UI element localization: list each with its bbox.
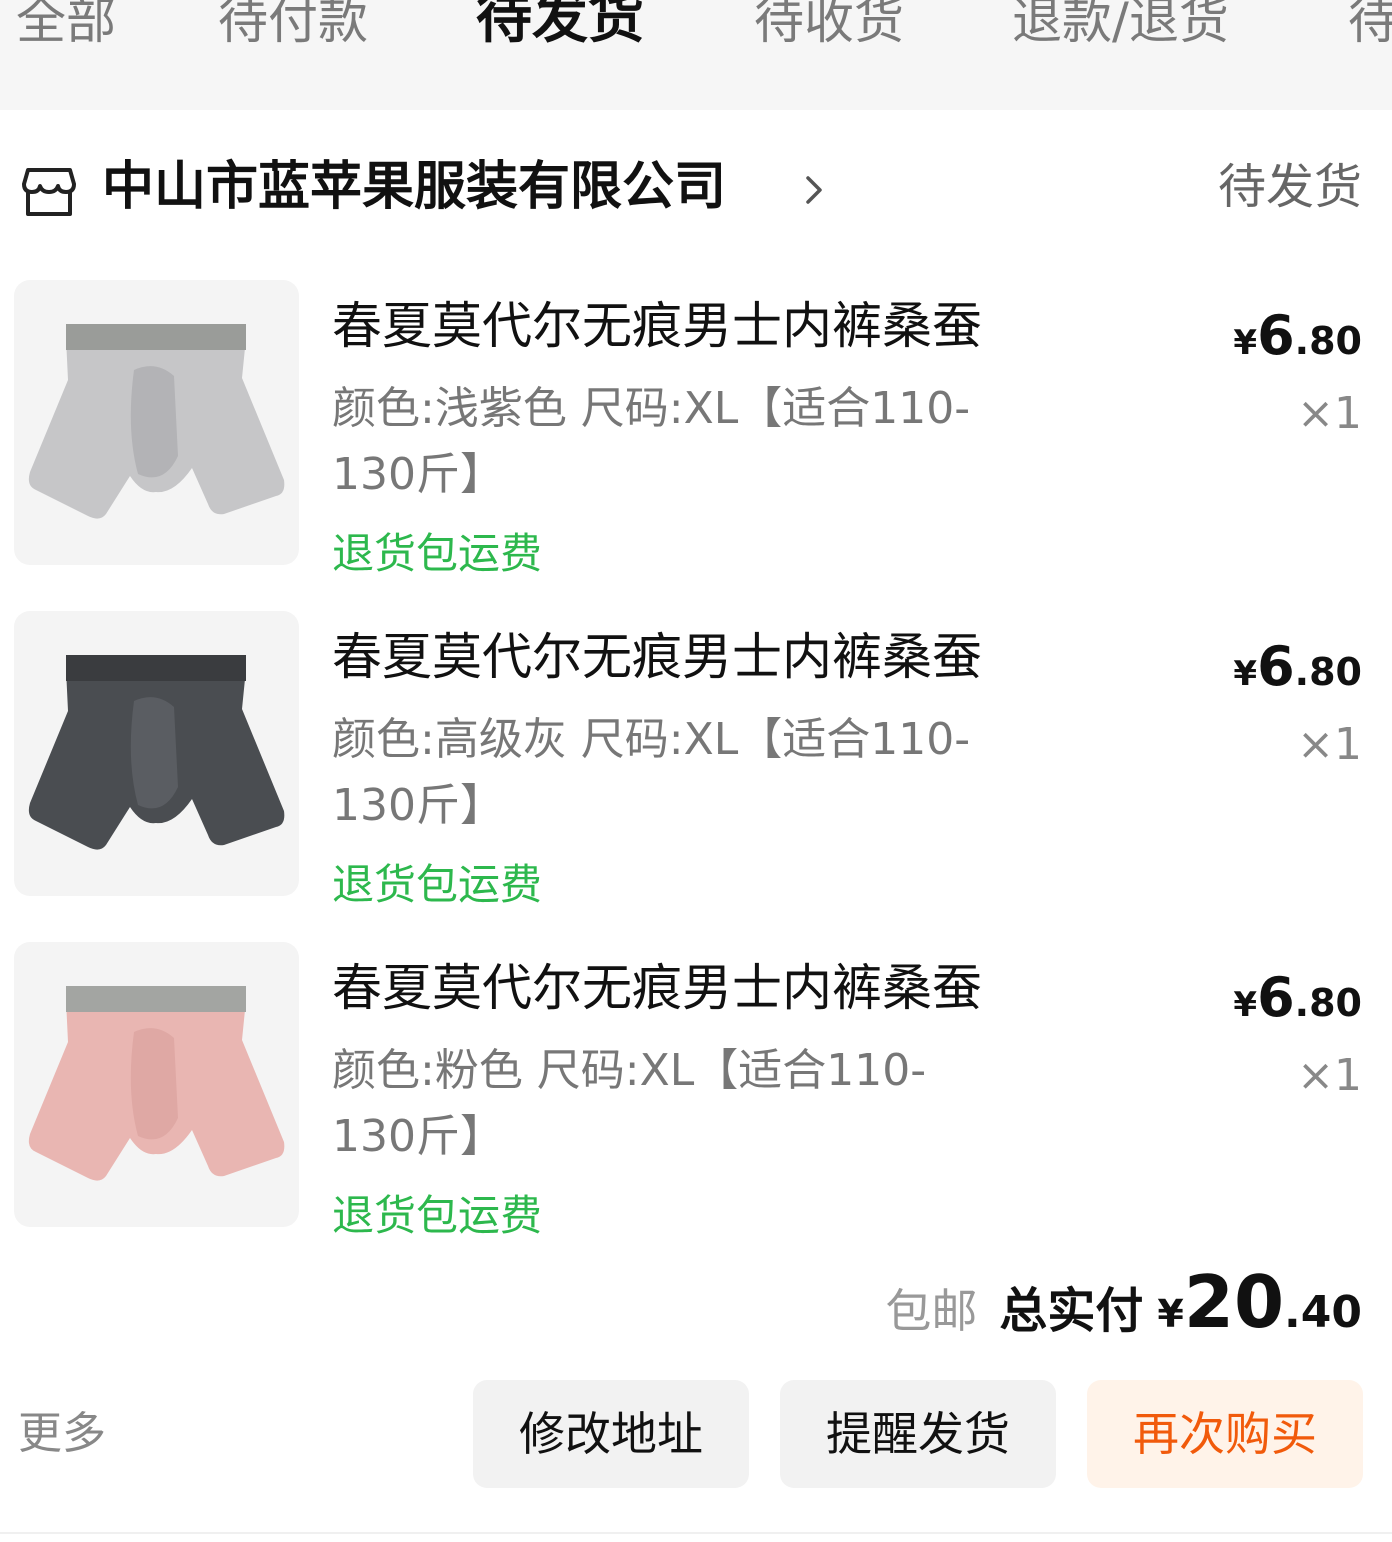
order-card: 中山市蓝苹果服装有限公司 待发货 春夏莫代尔无痕男士内裤桑蚕 颜色:浅紫色 尺码…	[0, 110, 1392, 1534]
price-decimal: .80	[1294, 319, 1362, 363]
item-quantity: ×1	[1297, 1050, 1362, 1101]
return-shipping-tag: 退货包运费	[332, 529, 543, 578]
price-currency: ¥	[1233, 323, 1258, 363]
total-currency: ¥	[1157, 1292, 1184, 1336]
tab-pending-shipment[interactable]: 待发货	[476, 0, 644, 54]
return-shipping-tag: 退货包运费	[332, 1191, 543, 1240]
product-title[interactable]: 春夏莫代尔无痕男士内裤桑蚕	[332, 623, 982, 691]
buy-again-button[interactable]: 再次购买	[1087, 1380, 1363, 1488]
tab-pending-payment[interactable]: 待付款	[218, 0, 368, 56]
item-price: ¥6.80	[1233, 304, 1362, 367]
item-quantity: ×1	[1297, 388, 1362, 439]
return-shipping-tag: 退货包运费	[332, 860, 543, 909]
shop-name[interactable]: 中山市蓝苹果服装有限公司	[102, 152, 726, 222]
total-integer: 20	[1183, 1260, 1285, 1344]
product-image[interactable]	[14, 611, 299, 896]
order-status-tabs: 全部 待付款 待发货 待收货 退款/退货 待	[0, 0, 1392, 110]
order-total-row: 包邮 总实付 ¥20.40	[0, 1260, 1392, 1344]
order-total: 包邮 总实付 ¥20.40	[885, 1260, 1362, 1344]
product-image[interactable]	[14, 942, 299, 1227]
product-spec: 颜色:浅紫色 尺码:XL【适合110-130斤】	[332, 383, 971, 500]
price-decimal: .80	[1294, 981, 1362, 1025]
order-item[interactable]: 春夏莫代尔无痕男士内裤桑蚕 颜色:高级灰 尺码:XL【适合110-130斤】 退…	[0, 611, 1392, 931]
price-integer: 6	[1257, 966, 1295, 1029]
tab-pending-review[interactable]: 待	[1348, 0, 1392, 56]
price-decimal: .80	[1294, 650, 1362, 694]
price-currency: ¥	[1233, 985, 1258, 1025]
order-actions: 更多 修改地址 提醒发货 再次购买	[0, 1380, 1392, 1490]
product-title[interactable]: 春夏莫代尔无痕男士内裤桑蚕	[332, 954, 982, 1022]
price-currency: ¥	[1233, 654, 1258, 694]
tab-refund-return[interactable]: 退款/退货	[1012, 0, 1229, 56]
chevron-right-icon	[800, 170, 828, 210]
store-icon	[20, 162, 78, 220]
more-button[interactable]: 更多	[18, 1404, 106, 1464]
shop-header[interactable]: 中山市蓝苹果服装有限公司 待发货	[0, 110, 1392, 270]
tab-all[interactable]: 全部	[16, 0, 116, 56]
order-status-label: 待发货	[1217, 159, 1362, 215]
price-integer: 6	[1257, 304, 1295, 367]
total-decimal: .40	[1284, 1287, 1362, 1338]
modify-address-button[interactable]: 修改地址	[473, 1380, 749, 1488]
item-price: ¥6.80	[1233, 966, 1362, 1029]
product-image[interactable]	[14, 280, 299, 565]
product-spec: 颜色:粉色 尺码:XL【适合110-130斤】	[332, 1045, 927, 1162]
remind-shipment-button[interactable]: 提醒发货	[780, 1380, 1056, 1488]
price-integer: 6	[1257, 635, 1295, 698]
total-paid-label: 总实付	[999, 1283, 1144, 1339]
product-spec: 颜色:高级灰 尺码:XL【适合110-130斤】	[332, 714, 971, 831]
product-title[interactable]: 春夏莫代尔无痕男士内裤桑蚕	[332, 292, 982, 360]
order-item[interactable]: 春夏莫代尔无痕男士内裤桑蚕 颜色:浅紫色 尺码:XL【适合110-130斤】 退…	[0, 280, 1392, 600]
order-item[interactable]: 春夏莫代尔无痕男士内裤桑蚕 颜色:粉色 尺码:XL【适合110-130斤】 退货…	[0, 942, 1392, 1262]
tab-pending-receipt[interactable]: 待收货	[754, 0, 904, 56]
item-price: ¥6.80	[1233, 635, 1362, 698]
card-divider	[0, 1532, 1392, 1534]
item-quantity: ×1	[1297, 719, 1362, 770]
free-shipping-label: 包邮	[885, 1284, 978, 1338]
